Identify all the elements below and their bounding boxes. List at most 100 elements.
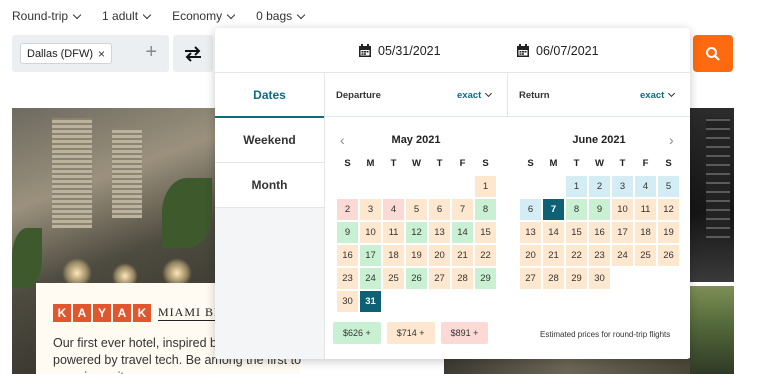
trip-type-dropdown[interactable]: Round-trip xyxy=(12,9,82,23)
calendar-day[interactable]: 15 xyxy=(565,221,588,244)
calendar-day[interactable]: 17 xyxy=(611,221,634,244)
calendar-day[interactable]: 25 xyxy=(382,267,405,290)
origin-field[interactable]: Dallas (DFW) × + xyxy=(12,35,169,72)
calendar-day[interactable]: 21 xyxy=(542,244,565,267)
calendar-day[interactable]: 12 xyxy=(657,198,680,221)
month-title: June 2021 xyxy=(572,134,626,146)
calendar-day[interactable]: 13 xyxy=(428,221,451,244)
calendar-day[interactable]: 11 xyxy=(382,221,405,244)
calendar-day[interactable]: 19 xyxy=(405,244,428,267)
trip-options-bar: Round-trip 1 adult Economy 0 bags xyxy=(12,9,306,23)
calendar-day[interactable]: 16 xyxy=(588,221,611,244)
calendar-day[interactable]: 21 xyxy=(451,244,474,267)
calendar-day[interactable]: 15 xyxy=(474,221,497,244)
remove-origin-icon[interactable]: × xyxy=(98,47,105,61)
calendar-day[interactable]: 3 xyxy=(611,175,634,198)
add-origin-icon[interactable]: + xyxy=(145,41,157,64)
return-date-field[interactable]: 06/07/2021 xyxy=(516,44,599,58)
calendar-day[interactable]: 20 xyxy=(428,244,451,267)
calendar-day[interactable]: 11 xyxy=(634,198,657,221)
calendar-day[interactable]: 30 xyxy=(588,267,611,290)
tab-weekend[interactable]: Weekend xyxy=(215,118,324,163)
calendar-day[interactable]: 9 xyxy=(336,221,359,244)
calendar-day[interactable]: 26 xyxy=(405,267,428,290)
calendar-day[interactable]: 4 xyxy=(634,175,657,198)
search-button[interactable] xyxy=(693,35,733,72)
calendar-day[interactable]: 27 xyxy=(519,267,542,290)
calendar-day[interactable]: 8 xyxy=(474,198,497,221)
calendar-day[interactable]: 24 xyxy=(359,267,382,290)
calendar-icon xyxy=(359,44,371,57)
empty-cell xyxy=(451,175,474,198)
calendar-day[interactable]: 23 xyxy=(336,267,359,290)
calendar-day[interactable]: 1 xyxy=(474,175,497,198)
calendar-day[interactable]: 29 xyxy=(474,267,497,290)
calendar-day[interactable]: 28 xyxy=(542,267,565,290)
legend-note: Estimated prices for round-trip flights xyxy=(540,330,671,339)
departure-label: Departure xyxy=(336,89,381,101)
calendar-day[interactable]: 5 xyxy=(657,175,680,198)
calendar-day[interactable]: 7 xyxy=(451,198,474,221)
calendar-day[interactable]: 1 xyxy=(565,175,588,198)
hotel-photo-right xyxy=(690,108,734,282)
calendar-day[interactable]: 29 xyxy=(565,267,588,290)
origin-chip: Dallas (DFW) × xyxy=(20,43,113,64)
calendar-day[interactable]: 13 xyxy=(519,221,542,244)
calendar-day[interactable]: 12 xyxy=(405,221,428,244)
calendar-day[interactable]: 22 xyxy=(474,244,497,267)
chevron-down-icon xyxy=(668,89,676,98)
calendar-day[interactable]: 6 xyxy=(428,198,451,221)
travelers-dropdown[interactable]: 1 adult xyxy=(102,9,152,23)
calendar-day[interactable]: 2 xyxy=(336,198,359,221)
search-icon xyxy=(706,46,720,61)
calendar-day[interactable]: 25 xyxy=(634,244,657,267)
calendar-grid: S M T W T F S 1 2 3 4 5 6 7 8 9 10 11 12 13 14 15 16 17 18 19 20 21… xyxy=(336,152,497,313)
bags-label: 0 bags xyxy=(256,9,293,23)
calendar-day[interactable]: 9 xyxy=(588,198,611,221)
depart-date-field[interactable]: 05/31/2021 xyxy=(358,44,441,58)
tab-dates[interactable]: Dates xyxy=(215,73,324,118)
swap-button[interactable] xyxy=(173,35,213,72)
calendar-day[interactable]: 28 xyxy=(451,267,474,290)
calendar-day[interactable]: 8 xyxy=(565,198,588,221)
calendar-day[interactable]: 10 xyxy=(611,198,634,221)
return-selector[interactable]: Return exact xyxy=(519,73,679,117)
bags-dropdown[interactable]: 0 bags xyxy=(256,9,306,23)
calendar-day[interactable]: 19 xyxy=(657,221,680,244)
calendar-day-selected[interactable]: 7 xyxy=(542,198,565,221)
price-legend-item: $626 + xyxy=(333,322,381,344)
calendar-day[interactable]: 26 xyxy=(657,244,680,267)
weekday-label: M xyxy=(549,158,558,169)
calendar-day[interactable]: 27 xyxy=(428,267,451,290)
month-title: May 2021 xyxy=(391,134,441,146)
calendar-day[interactable]: 2 xyxy=(588,175,611,198)
calendar-day[interactable]: 24 xyxy=(611,244,634,267)
empty-cell xyxy=(382,175,405,198)
calendar-day[interactable]: 18 xyxy=(382,244,405,267)
calendar-day[interactable]: 22 xyxy=(565,244,588,267)
calendar-day[interactable]: 10 xyxy=(359,221,382,244)
calendar-day[interactable]: 20 xyxy=(519,244,542,267)
weekday-label: S xyxy=(527,158,534,169)
cabin-dropdown[interactable]: Economy xyxy=(172,9,236,23)
calendar-day[interactable]: 16 xyxy=(336,244,359,267)
calendar-grid: S M T W T F S 1 2 3 4 5 6 7 8 9 10 11 12 13 14 15 16 17 18 19 20 21… xyxy=(519,152,680,290)
calendar-day[interactable]: 6 xyxy=(519,198,542,221)
logo-letter: K xyxy=(53,304,71,322)
calendar-day[interactable]: 30 xyxy=(336,290,359,313)
weekday-label: T xyxy=(436,158,443,169)
departure-selector[interactable]: Departure exact xyxy=(336,73,496,117)
calendar-day[interactable]: 4 xyxy=(382,198,405,221)
trip-type-label: Round-trip xyxy=(12,9,69,23)
tab-month[interactable]: Month xyxy=(215,163,324,208)
calendar-day[interactable]: 18 xyxy=(634,221,657,244)
calendar-day[interactable]: 23 xyxy=(588,244,611,267)
chevron-down-icon xyxy=(142,10,152,19)
calendar-day-selected[interactable]: 31 xyxy=(359,290,382,313)
calendar-day[interactable]: 14 xyxy=(542,221,565,244)
calendar-day[interactable]: 17 xyxy=(359,244,382,267)
date-picker-header: 05/31/2021 06/07/2021 xyxy=(215,28,690,73)
calendar-day[interactable]: 14 xyxy=(451,221,474,244)
calendar-day[interactable]: 5 xyxy=(405,198,428,221)
calendar-day[interactable]: 3 xyxy=(359,198,382,221)
